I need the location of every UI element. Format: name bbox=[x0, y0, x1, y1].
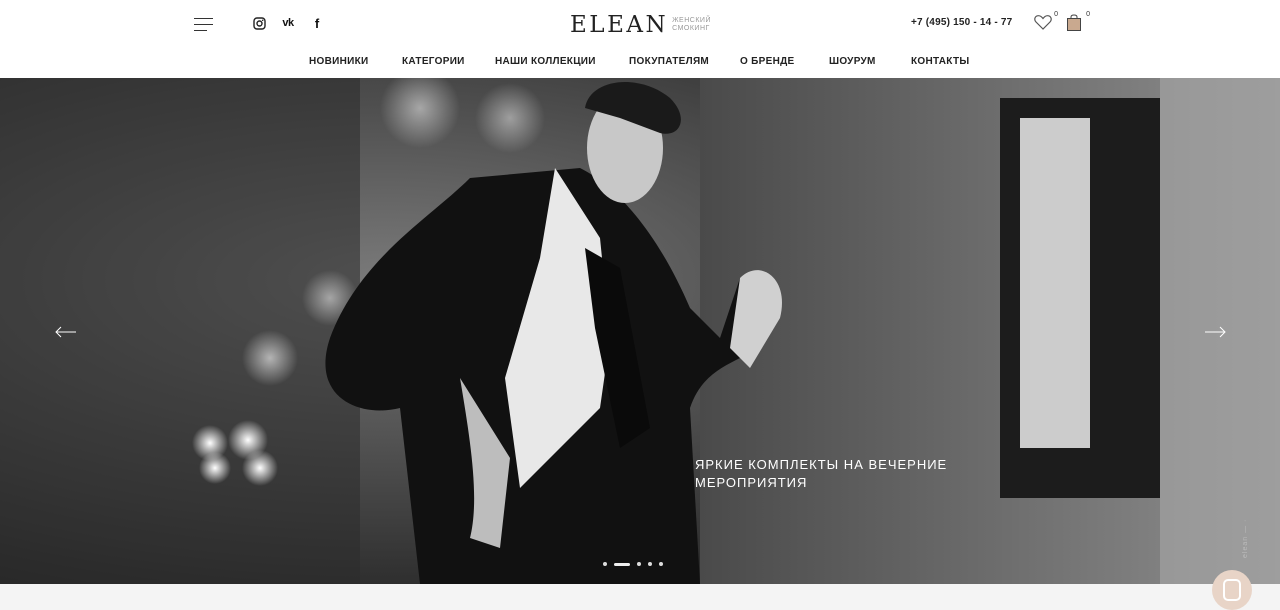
main-nav: НОВИНИКИ КАТЕГОРИИ НАШИ КОЛЛЕКЦИИ ПОКУПА… bbox=[0, 56, 1280, 70]
slider-dot[interactable] bbox=[648, 562, 652, 566]
instagram-icon[interactable] bbox=[252, 16, 266, 30]
hero-photo bbox=[0, 78, 1280, 584]
favorites-button[interactable]: 0 bbox=[1034, 11, 1058, 34]
phone-link[interactable]: +7 (495) 150 - 14 - 77 bbox=[911, 17, 1012, 28]
nav-item-collections[interactable]: НАШИ КОЛЛЕКЦИИ bbox=[495, 56, 596, 67]
bag-icon bbox=[1067, 14, 1081, 31]
slider-dot[interactable] bbox=[603, 562, 607, 566]
slider-dot-active[interactable] bbox=[614, 562, 630, 566]
nav-item-about[interactable]: О БРЕНДЕ bbox=[740, 56, 795, 67]
slider-dot[interactable] bbox=[637, 562, 641, 566]
cart-button[interactable]: 0 bbox=[1066, 11, 1090, 34]
brand-logo[interactable]: ELEAN женский смокинг bbox=[570, 12, 711, 38]
chat-widget-button[interactable] bbox=[1212, 570, 1252, 610]
slider-pagination bbox=[603, 562, 663, 566]
vk-icon[interactable]: vk bbox=[280, 16, 296, 30]
page-content-start bbox=[0, 584, 1280, 610]
vertical-label: elean — · bbox=[1242, 518, 1249, 558]
nav-item-customers[interactable]: ПОКУПАТЕЛЯМ bbox=[629, 56, 709, 67]
heart-icon bbox=[1034, 15, 1052, 30]
social-links: vk f bbox=[252, 16, 324, 31]
slider-next-arrow[interactable] bbox=[1204, 325, 1226, 338]
arrow-left-icon bbox=[55, 326, 76, 338]
logo-wordmark: ELEAN bbox=[570, 12, 669, 38]
nav-item-contacts[interactable]: КОНТАКТЫ bbox=[911, 56, 969, 67]
favorites-count: 0 bbox=[1054, 11, 1058, 18]
slider-dot[interactable] bbox=[659, 562, 663, 566]
logo-tagline: женский смокинг bbox=[672, 17, 711, 33]
nav-item-showroom[interactable]: ШОУРУМ bbox=[829, 56, 876, 67]
arrow-right-icon bbox=[1205, 326, 1226, 338]
site-header: vk f ELEAN женский смокинг +7 (495) 150 … bbox=[0, 0, 1280, 78]
logo-tagline-line2: смокинг bbox=[672, 25, 710, 32]
logo-tagline-line1: женский bbox=[672, 17, 711, 24]
nav-item-new[interactable]: НОВИНИКИ bbox=[309, 56, 369, 67]
menu-icon[interactable] bbox=[194, 16, 214, 32]
facebook-icon[interactable]: f bbox=[310, 16, 324, 31]
cart-count: 0 bbox=[1086, 11, 1090, 18]
slider-prev-arrow[interactable] bbox=[55, 325, 77, 338]
chat-icon bbox=[1223, 579, 1241, 601]
nav-item-categories[interactable]: КАТЕГОРИИ bbox=[402, 56, 465, 67]
hero-slider: ЯРКИЕ КОМПЛЕКТЫ НА ВЕЧЕРНИЕ МЕРОПРИЯТИЯ … bbox=[0, 78, 1280, 584]
slide-caption: ЯРКИЕ КОМПЛЕКТЫ НА ВЕЧЕРНИЕ МЕРОПРИЯТИЯ bbox=[695, 457, 948, 490]
